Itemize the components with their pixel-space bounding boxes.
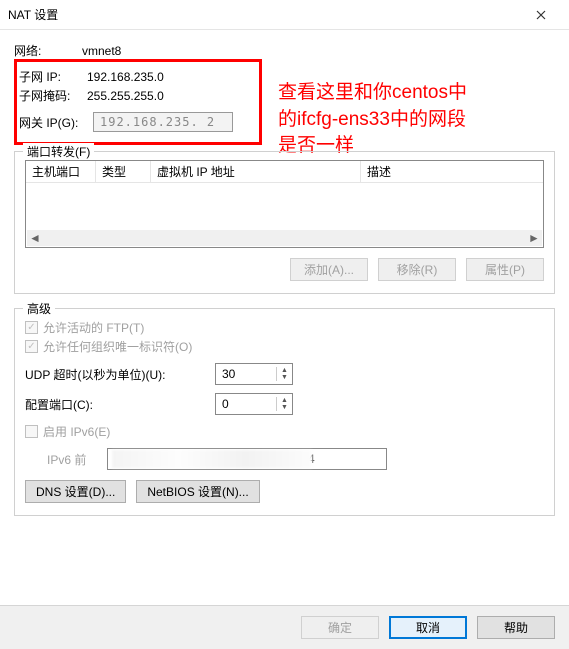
dns-settings-button[interactable]: DNS 设置(D)...: [25, 480, 126, 503]
enable-ipv6-checkbox: [25, 425, 38, 438]
table-scrollbar[interactable]: ◄ ►: [27, 230, 542, 246]
allow-ftp-checkbox: ✓: [25, 321, 38, 334]
close-button[interactable]: [521, 1, 561, 29]
subnet-mask-value: 255.255.255.0: [83, 89, 164, 103]
advanced-legend: 高级: [23, 300, 55, 317]
spinner-up-icon[interactable]: ▲: [277, 397, 292, 404]
titlebar: NAT 设置: [0, 0, 569, 30]
properties-button: 属性(P): [466, 258, 544, 281]
allow-oui-checkbox: ✓: [25, 340, 38, 353]
ipv6-prefix-label: IPv6 前: [47, 451, 107, 468]
subnet-ip-label: 子网 IP:: [19, 68, 83, 85]
config-port-input[interactable]: [216, 394, 276, 414]
spinner-down-icon[interactable]: ▼: [277, 374, 292, 381]
subnet-mask-label: 子网掩码:: [19, 87, 83, 104]
scroll-right-icon[interactable]: ►: [526, 231, 542, 245]
spinner-up-icon[interactable]: ▲: [277, 367, 292, 374]
scroll-left-icon[interactable]: ◄: [27, 231, 43, 245]
udp-timeout-label: UDP 超时(以秒为单位)(U):: [25, 366, 215, 383]
network-row: 网络: vmnet8: [14, 42, 555, 59]
col-type[interactable]: 类型: [96, 161, 151, 182]
gateway-label: 网关 IP(G):: [19, 114, 93, 131]
udp-timeout-field[interactable]: ▲▼: [215, 363, 293, 385]
udp-timeout-spinner[interactable]: ▲▼: [276, 367, 292, 381]
help-button[interactable]: 帮助: [477, 616, 555, 639]
udp-timeout-input[interactable]: [216, 364, 276, 384]
config-port-spinner[interactable]: ▲▼: [276, 397, 292, 411]
port-forward-table[interactable]: 主机端口 类型 虚拟机 IP 地址 描述 ◄ ►: [25, 160, 544, 248]
gateway-ip-field[interactable]: 192.168.235. 2: [93, 112, 233, 132]
highlight-box: 子网 IP: 192.168.235.0 子网掩码: 255.255.255.0…: [14, 59, 262, 145]
dialog-footer: 确定 取消 帮助: [0, 605, 569, 649]
allow-ftp-row: ✓ 允许活动的 FTP(T): [25, 319, 544, 336]
window-title: NAT 设置: [8, 6, 521, 23]
ok-button: 确定: [301, 616, 379, 639]
config-port-label: 配置端口(C):: [25, 396, 215, 413]
col-desc[interactable]: 描述: [361, 161, 543, 182]
col-vm-ip[interactable]: 虚拟机 IP 地址: [151, 161, 361, 182]
add-button[interactable]: 添加(A)...: [290, 258, 368, 281]
close-icon: [536, 10, 546, 20]
port-forward-legend: 端口转发(F): [23, 143, 94, 160]
col-host-port[interactable]: 主机端口: [26, 161, 96, 182]
allow-oui-label: 允许任何组织唯一标识符(O): [43, 338, 192, 355]
port-forward-group: 端口转发(F) 主机端口 类型 虚拟机 IP 地址 描述 ◄ ► 添加(A)..…: [14, 151, 555, 294]
allow-oui-row: ✓ 允许任何组织唯一标识符(O): [25, 338, 544, 355]
annotation-text: 查看这里和你centos中 的ifcfg-ens33中的网段 是否一样: [278, 80, 558, 160]
network-label: 网络:: [14, 42, 78, 59]
network-value: vmnet8: [78, 44, 121, 58]
enable-ipv6-row: 启用 IPv6(E): [25, 423, 544, 440]
advanced-group: 高级 ✓ 允许活动的 FTP(T) ✓ 允许任何组织唯一标识符(O) UDP 超…: [14, 308, 555, 516]
ipv6-prefix-field: 4: [107, 448, 387, 470]
blurred-region: [112, 450, 312, 468]
netbios-settings-button[interactable]: NetBIOS 设置(N)...: [136, 480, 259, 503]
spinner-down-icon[interactable]: ▼: [277, 404, 292, 411]
cancel-button[interactable]: 取消: [389, 616, 467, 639]
allow-ftp-label: 允许活动的 FTP(T): [43, 319, 144, 336]
config-port-field[interactable]: ▲▼: [215, 393, 293, 415]
enable-ipv6-label: 启用 IPv6(E): [43, 423, 110, 440]
table-header: 主机端口 类型 虚拟机 IP 地址 描述: [26, 161, 543, 183]
remove-button: 移除(R): [378, 258, 456, 281]
subnet-ip-value: 192.168.235.0: [83, 70, 164, 84]
